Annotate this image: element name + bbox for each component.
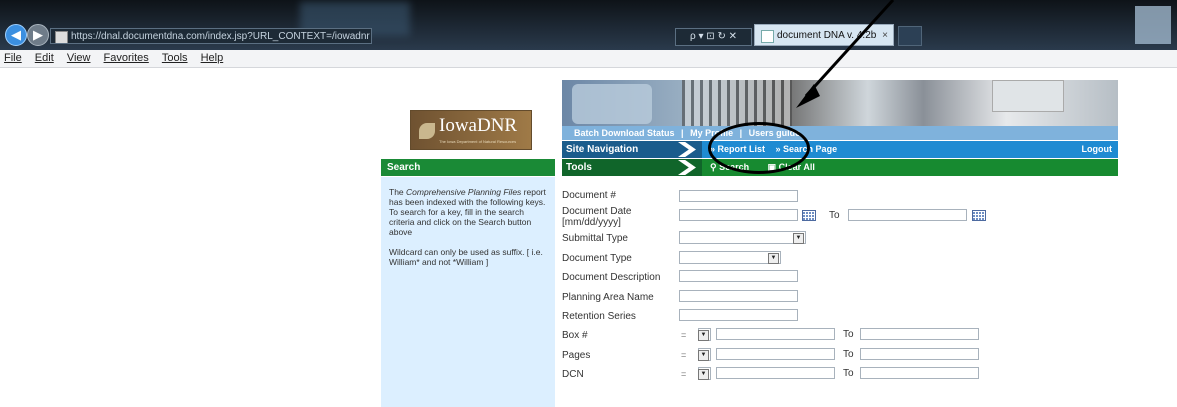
annotation-arrow-icon [796,0,895,108]
